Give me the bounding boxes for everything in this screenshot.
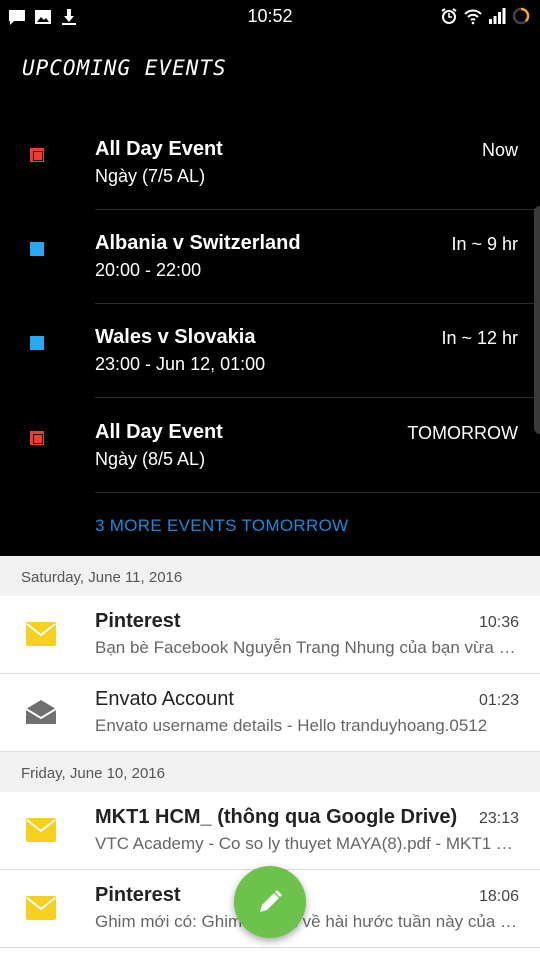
date-header-label: Friday, June 10, 2016 <box>21 765 165 782</box>
event-color-marker <box>30 148 44 162</box>
compose-button[interactable] <box>234 866 306 938</box>
event-item[interactable]: Albania v Switzerland 20:00 - 22:00 In ~… <box>0 210 540 304</box>
widget-title: UPCOMING EVENTS <box>22 56 227 80</box>
event-item[interactable]: All Day Event Ngày (7/5 AL) Now <box>0 116 540 210</box>
mail-time: 23:13 <box>478 810 519 827</box>
mail-time: 10:36 <box>478 614 519 631</box>
event-color-marker <box>30 431 44 445</box>
event-title: All Day Event <box>95 421 223 443</box>
divider <box>0 947 540 948</box>
event-when: In ~ 12 hr <box>441 328 518 348</box>
event-item[interactable]: All Day Event Ngày (8/5 AL) TOMORROW <box>0 399 540 493</box>
event-color-marker <box>30 336 44 350</box>
mail-preview: VTC Academy - Co so ly thuyet MAYA(8).pd… <box>95 834 520 853</box>
event-color-marker <box>30 242 44 256</box>
mail-time: 01:23 <box>478 692 519 709</box>
edge-panel-handle[interactable] <box>534 206 540 434</box>
mail-preview: Envato username details - Hello tranduyh… <box>95 716 488 735</box>
unread-envelope-icon <box>26 818 56 842</box>
mail-sender: Pinterest <box>95 610 181 632</box>
read-envelope-icon <box>26 700 56 724</box>
status-right-icons <box>440 7 530 25</box>
event-subtitle: 20:00 - 22:00 <box>95 260 202 280</box>
mail-row[interactable]: Envato Account 01:23 Envato username det… <box>0 674 540 752</box>
event-subtitle: Ngày (8/5 AL) <box>95 449 206 469</box>
more-events-link[interactable]: 3 MORE EVENTS TOMORROW <box>95 516 348 536</box>
date-header: Friday, June 10, 2016 <box>0 752 540 792</box>
status-bar: 10:52 <box>0 0 540 34</box>
mail-sender: Envato Account <box>95 688 234 710</box>
battery-charging-icon <box>512 7 530 25</box>
mail-row[interactable]: Pinterest 10:36 Bạn bè Facebook Nguyễn T… <box>0 596 540 674</box>
mail-sender: MKT1 HCM_ (thông qua Google Drive) <box>95 806 458 828</box>
divider <box>95 492 540 493</box>
event-item[interactable]: Wales v Slovakia 23:00 - Jun 12, 01:00 I… <box>0 304 540 398</box>
unread-envelope-icon <box>26 622 56 646</box>
wifi-icon <box>464 9 482 25</box>
event-when: Now <box>481 140 518 160</box>
date-header: Saturday, June 11, 2016 <box>0 556 540 596</box>
divider <box>95 397 540 398</box>
mail-time: 18:06 <box>478 888 519 905</box>
event-title: Albania v Switzerland <box>95 232 301 254</box>
date-header-label: Saturday, June 11, 2016 <box>21 569 183 586</box>
event-when: In ~ 9 hr <box>451 234 518 254</box>
mail-preview: Bạn bè Facebook Nguyễn Trang Nhung của b… <box>95 638 520 657</box>
unread-envelope-icon <box>26 896 56 920</box>
event-when: TOMORROW <box>407 423 518 443</box>
event-title: Wales v Slovakia <box>95 326 256 348</box>
event-subtitle: Ngày (7/5 AL) <box>95 166 206 186</box>
alarm-icon <box>441 8 457 24</box>
upcoming-events-widget: UPCOMING EVENTS All Day Event Ngày (7/5 … <box>0 34 540 556</box>
pencil-icon <box>260 890 282 912</box>
signal-icon <box>489 8 506 24</box>
event-subtitle: 23:00 - Jun 12, 01:00 <box>95 354 266 374</box>
mail-row[interactable]: MKT1 HCM_ (thông qua Google Drive) 23:13… <box>0 792 540 870</box>
mail-preview: Ghim mới có: Ghim ... biến về hài hước t… <box>95 912 520 931</box>
mail-sender: Pinterest <box>95 884 181 906</box>
event-title: All Day Event <box>95 138 223 160</box>
